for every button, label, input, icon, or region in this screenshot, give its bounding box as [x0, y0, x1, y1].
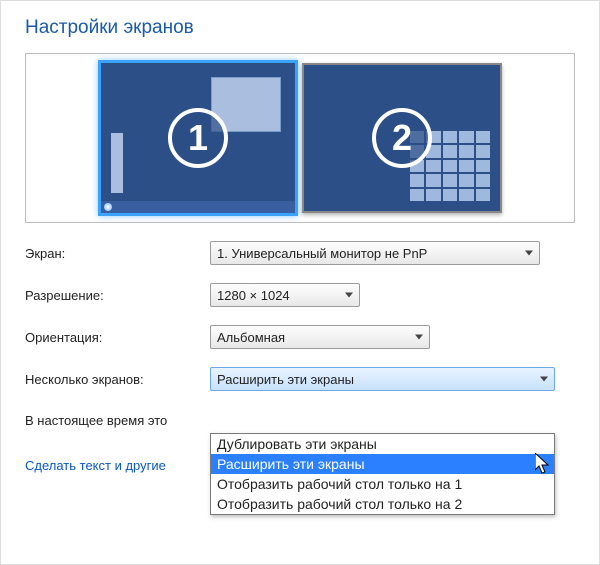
- row-resolution: Разрешение: 1280 × 1024: [25, 283, 575, 307]
- orientation-label: Ориентация:: [25, 330, 210, 345]
- monitor-preview-1[interactable]: 1: [98, 60, 298, 216]
- chevron-down-icon: [415, 335, 423, 340]
- decoration: [111, 133, 123, 193]
- row-screen: Экран: 1. Универсальный монитор не PnP: [25, 241, 575, 265]
- chevron-down-icon: [345, 293, 353, 298]
- resolution-select[interactable]: 1280 × 1024: [210, 283, 360, 307]
- orientation-select-value: Альбомная: [217, 330, 285, 345]
- multiple-displays-select[interactable]: Расширить эти экраны: [210, 367, 555, 391]
- chevron-down-icon: [540, 377, 548, 382]
- monitor-number-badge: 2: [372, 108, 432, 168]
- multiple-displays-dropdown: Дублировать эти экраны Расширить эти экр…: [210, 433, 555, 515]
- orientation-select[interactable]: Альбомная: [210, 325, 430, 349]
- dropdown-option-only-1[interactable]: Отобразить рабочий стол только на 1: [211, 474, 554, 494]
- current-display-note: В настоящее время это: [25, 413, 575, 428]
- screen-select-value: 1. Универсальный монитор не PnP: [217, 246, 427, 261]
- decoration: [101, 201, 295, 213]
- multiple-displays-select-value: Расширить эти экраны: [217, 372, 354, 387]
- resolution-label: Разрешение:: [25, 288, 210, 303]
- page-title: Настройки экранов: [25, 17, 575, 39]
- row-multiple-displays: Несколько экранов: Расширить эти экраны: [25, 367, 575, 391]
- screen-select[interactable]: 1. Универсальный монитор не PnP: [210, 241, 540, 265]
- row-orientation: Ориентация: Альбомная: [25, 325, 575, 349]
- dropdown-option-duplicate[interactable]: Дублировать эти экраны: [211, 434, 554, 454]
- resolution-select-value: 1280 × 1024: [217, 288, 290, 303]
- monitor-preview-2[interactable]: 2: [302, 63, 502, 213]
- monitor-preview-area: 1 2: [25, 53, 575, 223]
- dropdown-option-only-2[interactable]: Отобразить рабочий стол только на 2: [211, 494, 554, 514]
- chevron-down-icon: [525, 251, 533, 256]
- screen-label: Экран:: [25, 246, 210, 261]
- multiple-displays-label: Несколько экранов:: [25, 372, 210, 387]
- dropdown-option-extend[interactable]: Расширить эти экраны: [211, 454, 554, 474]
- display-settings-panel: Настройки экранов 1 2 Экран: 1. Универса…: [0, 0, 600, 565]
- text-size-link[interactable]: Сделать текст и другие: [25, 458, 166, 473]
- monitor-number-badge: 1: [168, 108, 228, 168]
